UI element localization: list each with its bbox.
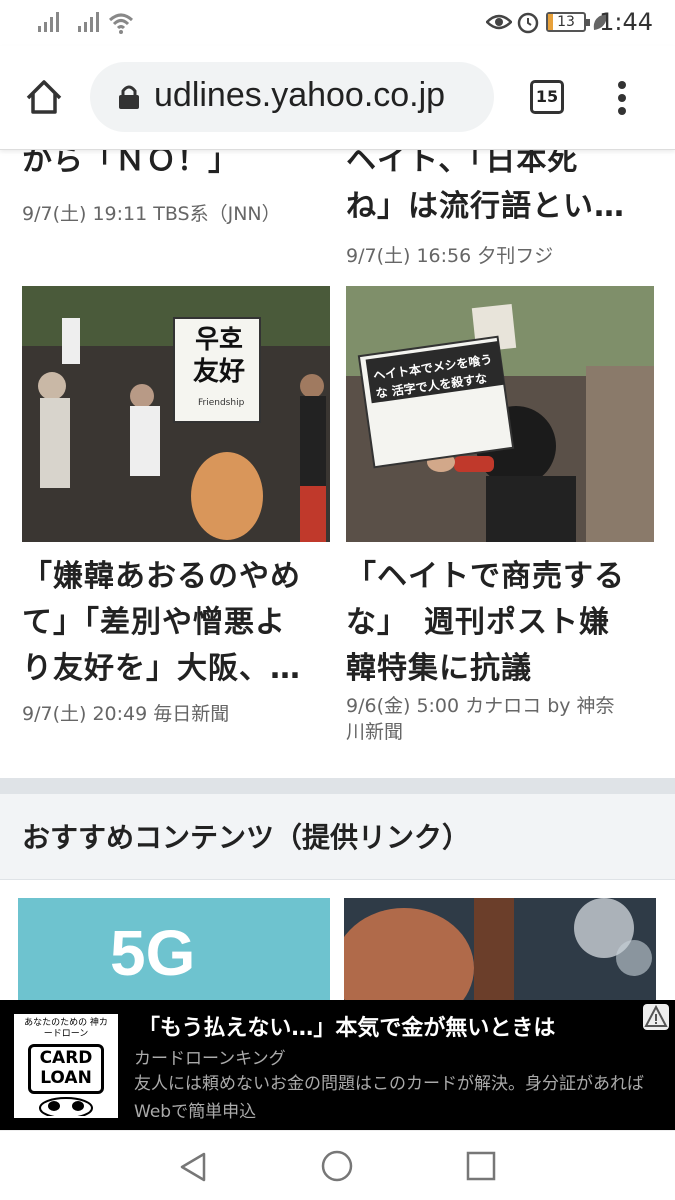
logo-text-line: LOAN — [40, 1068, 92, 1088]
article-title-line: 「嫌韓あおるのやめ — [22, 559, 301, 594]
ad-source: カードローンキング — [134, 1049, 286, 1069]
url-text: udlines.yahoo.co.jp — [154, 76, 446, 114]
signal-icon — [78, 12, 99, 32]
ad-description: 友人には頼めないお金の問題はこのカードが解決。身分証があればWebで簡単申込 — [134, 1074, 644, 1122]
article-meta: 9/7(土) 16:56 夕刊フジ — [346, 245, 554, 267]
section-divider — [0, 778, 675, 794]
photo-sign-text: 우호 友好 — [192, 325, 245, 387]
article-title-line: な」 週刊ポスト嫌 — [346, 605, 610, 640]
article-meta-line: 川新聞 — [346, 721, 404, 743]
home-nav-icon[interactable] — [320, 1149, 354, 1183]
recents-icon[interactable] — [466, 1151, 496, 1181]
article-photo: ヘイト本でメシを喰うな 活字で人を殺すな — [346, 286, 654, 542]
section-heading: おすすめコンテンツ（提供リンク） — [22, 821, 471, 854]
browser-toolbar: udlines.yahoo.co.jp 15 — [0, 46, 675, 150]
system-nav-bar — [0, 1130, 675, 1200]
recommended-tile[interactable] — [344, 898, 656, 1000]
status-time: 1:44 — [599, 8, 653, 36]
logo-caption: あなたのための 神カードローン — [24, 1018, 108, 1039]
alarm-icon — [517, 12, 539, 34]
url-bar[interactable]: udlines.yahoo.co.jp — [90, 62, 494, 132]
card-loan-logo: あなたのための 神カードローン CARD LOAN — [14, 1014, 118, 1118]
signal-icon — [38, 12, 59, 32]
tab-switcher-button[interactable]: 15 — [530, 80, 564, 114]
status-bar: 13 1:44 — [0, 0, 675, 46]
article-meta: 9/7(土) 20:49 毎日新聞 — [22, 703, 230, 725]
home-icon[interactable] — [24, 78, 64, 116]
tab-count: 15 — [535, 87, 559, 106]
menu-icon[interactable] — [614, 80, 630, 116]
article-meta-line: 9/6(金) 5:00 カナロコ by 神奈 — [346, 695, 615, 717]
photo-sign-subtext: Friendship — [198, 398, 245, 408]
ad-banner[interactable]: あなたのための 神カードローン CARD LOAN 「もう払えない…」本気で金が… — [0, 1000, 675, 1130]
article-title-line: ね」は流行語とい… — [346, 189, 625, 224]
battery-icon: 13 — [546, 12, 590, 32]
article-title-line: て」「差別や憎悪よ — [22, 605, 286, 640]
article-photo: 우호 友好 Friendship — [22, 286, 330, 542]
tile-text-5g: 5G — [110, 917, 196, 989]
protest-photo-image — [346, 286, 654, 542]
ad-title: 「もう払えない…」本気で金が無いときは — [138, 1016, 556, 1041]
panda-icon — [39, 1097, 93, 1116]
eye-icon — [486, 14, 512, 30]
back-icon[interactable] — [178, 1151, 208, 1183]
protest-photo-image — [22, 286, 330, 542]
recommended-tile[interactable]: 5G — [18, 898, 330, 1000]
article-title-line: 「ヘイトで商売する — [346, 559, 625, 594]
battery-level: 13 — [557, 14, 575, 30]
article-title-line: 韓特集に抗議 — [346, 651, 532, 686]
tile-image — [344, 898, 656, 1000]
logo-text-line: CARD — [39, 1048, 93, 1068]
ad-info-icon[interactable] — [643, 1004, 669, 1030]
recommended-section-header: おすすめコンテンツ（提供リンク） — [0, 794, 675, 880]
lock-icon — [119, 85, 139, 109]
article-meta: 9/7(土) 19:11 TBS系（JNN） — [22, 203, 281, 225]
wifi-icon — [108, 13, 134, 34]
article-title-line: り友好を」大阪、… — [22, 651, 301, 686]
